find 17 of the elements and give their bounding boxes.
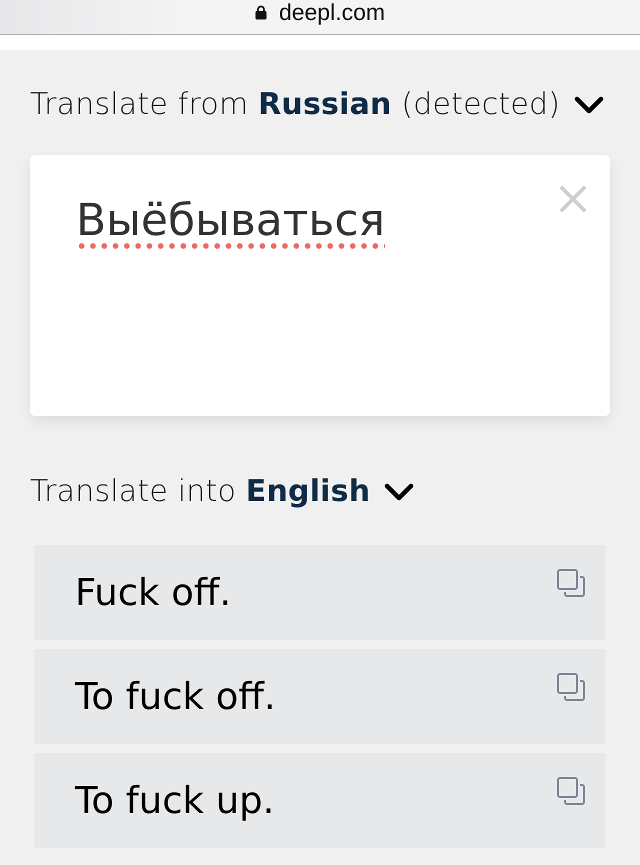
copy-button[interactable] [557,569,585,597]
copy-button[interactable] [557,673,585,701]
clear-text-button[interactable] [559,185,587,213]
copy-icon [557,673,585,701]
copy-icon [557,569,585,597]
translation-option[interactable]: Fuck off. [34,545,605,640]
copy-button[interactable] [557,777,585,805]
source-language-selector[interactable]: Translate from Russian (detected) [30,85,604,125]
chevron-down-icon [384,483,414,501]
chevron-down-icon [574,96,604,114]
copy-icon [557,777,585,805]
source-text-field[interactable]: Выёбываться [30,155,610,416]
close-icon [559,185,587,213]
address-bar-url[interactable]: deepl.com [278,0,386,24]
target-language-selector[interactable]: Translate into English [30,472,414,512]
translation-option[interactable]: To fuck off. [34,649,605,744]
translation-option[interactable]: To fuck up. [34,753,605,848]
